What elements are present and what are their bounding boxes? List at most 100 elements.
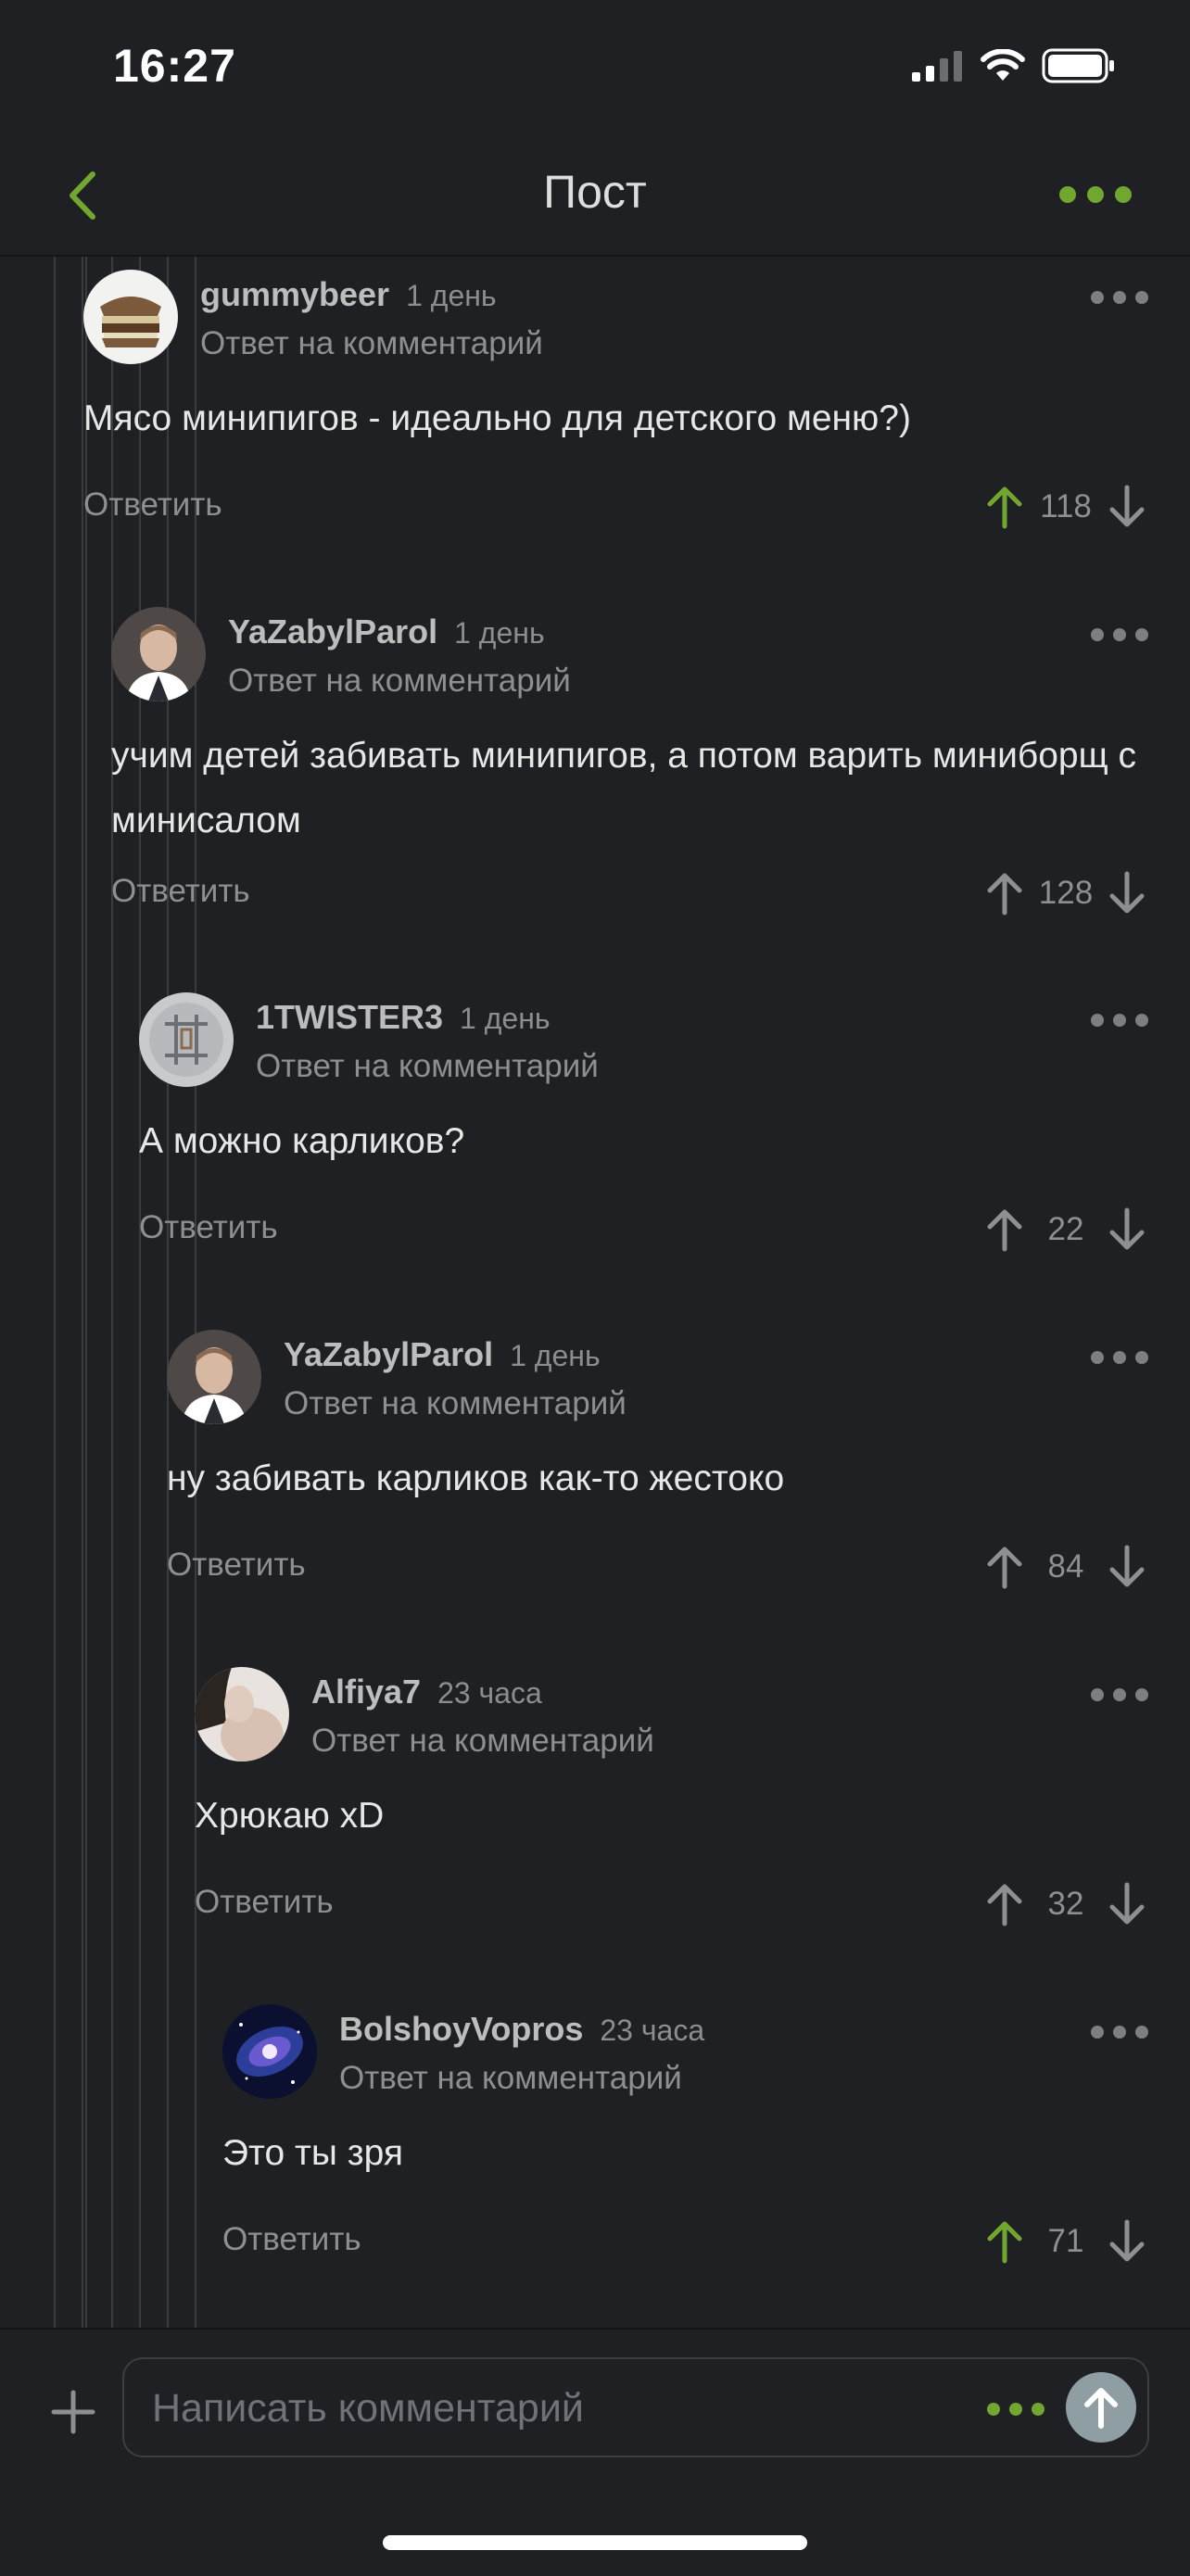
downvote-button[interactable] bbox=[1101, 2212, 1153, 2271]
comment-footer: Ответить 118 bbox=[83, 477, 1153, 537]
comment-more-button[interactable] bbox=[1090, 2023, 1149, 2041]
arrow-down-icon bbox=[1109, 1545, 1145, 1587]
vote-controls: 84 bbox=[979, 1537, 1153, 1597]
upvote-button[interactable] bbox=[979, 477, 1031, 537]
downvote-button[interactable] bbox=[1101, 1875, 1153, 1934]
more-dots-icon bbox=[1091, 628, 1148, 641]
plus-icon bbox=[51, 2390, 95, 2434]
vote-controls: 32 bbox=[979, 1875, 1153, 1934]
comment: YaZabylParol 1 день Ответ на комментарий … bbox=[167, 1317, 1190, 1654]
username[interactable]: Alfiya7 23 часа bbox=[311, 1673, 542, 1711]
comment-time: 1 день bbox=[454, 616, 545, 650]
username[interactable]: BolshoyVopros 23 часа bbox=[339, 2010, 704, 2049]
home-indicator bbox=[383, 2535, 807, 2550]
comment-more-button[interactable] bbox=[1090, 1686, 1149, 1704]
upvote-button[interactable] bbox=[979, 1875, 1031, 1934]
upvote-button[interactable] bbox=[979, 2212, 1031, 2271]
comment-text: учим детей забивать минипигов, а потом в… bbox=[111, 736, 1136, 840]
reply-button[interactable]: Ответить bbox=[195, 1884, 334, 1921]
comment-text: ну забивать карликов как-то жестоко bbox=[167, 1458, 785, 1498]
more-dots-icon bbox=[1091, 1688, 1148, 1701]
comment-more-button[interactable] bbox=[1090, 625, 1149, 644]
username[interactable]: 1TWISTER3 1 день bbox=[256, 998, 551, 1037]
comment-input[interactable] bbox=[150, 2376, 932, 2441]
comment-more-button[interactable] bbox=[1090, 288, 1149, 307]
arrow-up-icon bbox=[987, 2221, 1022, 2264]
reply-button[interactable]: Ответить bbox=[83, 486, 222, 524]
comment-more-button[interactable] bbox=[1090, 1348, 1149, 1367]
status-icons bbox=[912, 48, 1116, 83]
comment-text: Хрюкаю xD bbox=[195, 1796, 385, 1836]
more-dots-icon bbox=[1091, 1014, 1148, 1027]
send-button[interactable] bbox=[1066, 2372, 1136, 2443]
attach-button[interactable] bbox=[44, 2383, 102, 2441]
upvote-button[interactable] bbox=[979, 864, 1031, 923]
rating-count: 128 bbox=[1038, 875, 1094, 911]
avatar[interactable] bbox=[222, 2004, 317, 2099]
comment-footer: Ответить 128 bbox=[111, 864, 1153, 923]
arrow-up-icon bbox=[987, 1884, 1022, 1926]
more-dots-icon bbox=[1091, 291, 1148, 304]
more-options-button[interactable] bbox=[1058, 183, 1133, 206]
comment-time: 23 часа bbox=[437, 1676, 542, 1710]
comment-footer: Ответить 84 bbox=[167, 1537, 1153, 1597]
battery-icon bbox=[1042, 48, 1114, 83]
portrait-avatar-icon bbox=[195, 1667, 289, 1762]
username[interactable]: gummybeer 1 день bbox=[200, 275, 497, 314]
reply-button[interactable]: Ответить bbox=[111, 873, 250, 910]
comment: gummybeer 1 день Ответ на комментарий Мяс… bbox=[83, 257, 1190, 594]
man-portrait-avatar-icon bbox=[111, 607, 206, 701]
rating-count: 22 bbox=[1047, 1211, 1084, 1247]
arrow-down-icon bbox=[1109, 2219, 1145, 2262]
comment-text: Это ты зря bbox=[222, 2133, 403, 2173]
avatar[interactable] bbox=[195, 1667, 289, 1762]
reply-button[interactable]: Ответить bbox=[222, 2221, 361, 2258]
avatar[interactable] bbox=[83, 270, 178, 364]
comment-more-button[interactable] bbox=[1090, 1011, 1149, 1029]
avatar[interactable] bbox=[111, 607, 206, 701]
avatar[interactable] bbox=[167, 1330, 261, 1424]
cellular-signal-icon bbox=[912, 51, 962, 82]
reply-button[interactable]: Ответить bbox=[167, 1547, 306, 1584]
comment: YaZabylParol 1 день Ответ на комментарий … bbox=[111, 594, 1190, 931]
composer-more-button[interactable] bbox=[986, 2400, 1045, 2418]
arrow-down-icon bbox=[1109, 485, 1145, 527]
downvote-button[interactable] bbox=[1101, 1200, 1153, 1259]
downvote-button[interactable] bbox=[1101, 864, 1153, 923]
reply-button[interactable]: Ответить bbox=[139, 1209, 278, 1246]
navigation-bar: Пост bbox=[0, 139, 1190, 257]
vote-controls: 71 bbox=[979, 2212, 1153, 2271]
downvote-button[interactable] bbox=[1101, 1537, 1153, 1597]
page-title: Пост bbox=[543, 166, 647, 218]
downvote-button[interactable] bbox=[1101, 477, 1153, 537]
comment: Alfiya7 23 часа Ответ на комментарий Хрюк… bbox=[195, 1654, 1190, 1991]
comment: 1TWISTER3 1 день Ответ на комментарий А м… bbox=[139, 979, 1190, 1317]
reply-label: Ответ на комментарий bbox=[311, 1723, 654, 1759]
upvote-button[interactable] bbox=[979, 1537, 1031, 1597]
vote-controls: 22 bbox=[979, 1200, 1153, 1259]
rating-count: 118 bbox=[1040, 488, 1092, 524]
arrow-down-icon bbox=[1109, 1207, 1145, 1250]
avatar[interactable] bbox=[139, 992, 234, 1087]
username[interactable]: YaZabylParol 1 день bbox=[284, 1335, 601, 1374]
arrow-up-icon bbox=[987, 873, 1022, 915]
reply-label: Ответ на комментарий bbox=[339, 2060, 682, 2096]
man-portrait-avatar-icon bbox=[167, 1330, 261, 1424]
reply-label: Ответ на комментарий bbox=[228, 663, 571, 699]
reply-label: Ответ на комментарий bbox=[284, 1385, 627, 1421]
arrow-up-icon bbox=[987, 1547, 1022, 1589]
upvote-button[interactable] bbox=[979, 1200, 1031, 1259]
comment-time: 23 часа bbox=[600, 2014, 705, 2047]
arrow-up-icon bbox=[987, 1209, 1022, 1252]
sandwich-avatar-icon bbox=[83, 270, 178, 364]
reply-label: Ответ на комментарий bbox=[256, 1048, 599, 1084]
rating-count: 71 bbox=[1047, 2223, 1084, 2259]
comment-footer: Ответить 22 bbox=[139, 1200, 1153, 1259]
comment-text: Мясо минипигов - идеально для детского м… bbox=[83, 398, 911, 438]
arrow-up-icon bbox=[1084, 2388, 1118, 2429]
username[interactable]: YaZabylParol 1 день bbox=[228, 612, 545, 651]
comment: BolshoyVopros 23 часа Ответ на комментари… bbox=[222, 1991, 1190, 2328]
arrow-down-icon bbox=[1109, 871, 1145, 914]
logo-avatar-icon bbox=[139, 992, 234, 1087]
galaxy-avatar-icon bbox=[222, 2004, 317, 2099]
